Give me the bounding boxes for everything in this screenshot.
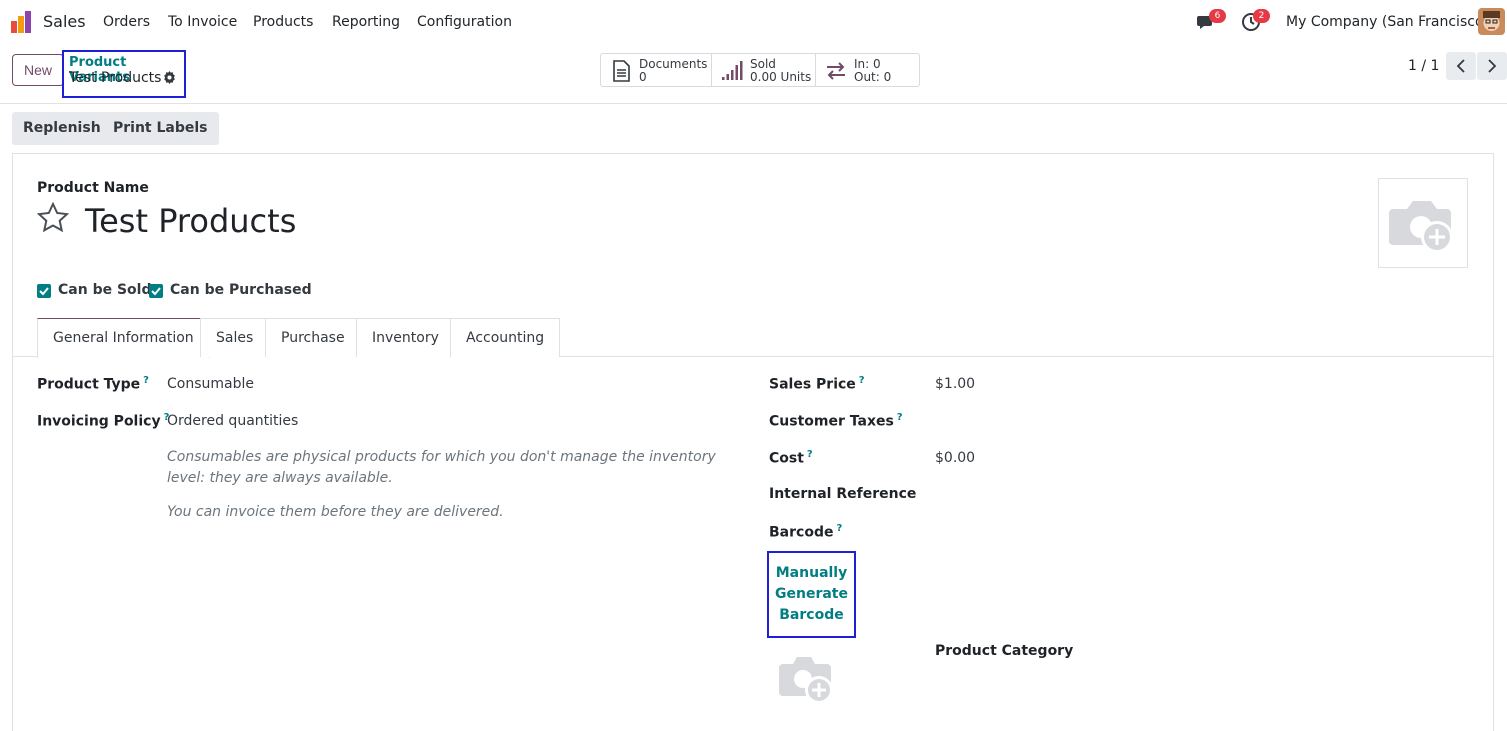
activities-badge: 2 [1253,9,1270,23]
breadcrumb-current: Test Products [69,70,162,86]
camera-plus-icon [1389,201,1453,253]
top-navbar: Sales Orders To Invoice Products Reporti… [0,0,1507,44]
menu-orders[interactable]: Orders [103,14,150,30]
generate-barcode-button[interactable]: Manually Generate Barcode [769,563,854,626]
invoice-help-text: You can invoice them before they are del… [167,504,504,520]
notebook-tabs: General Information Sales Purchase Inven… [13,318,1493,358]
tab-purchase[interactable]: Purchase [265,318,361,357]
print-labels-button[interactable]: Print Labels [102,112,219,145]
menu-reporting[interactable]: Reporting [332,14,400,30]
product-name-label: Product Name [37,180,149,196]
product-image-upload[interactable] [1378,178,1468,268]
pager-next-button[interactable] [1477,52,1507,80]
signal-bars-icon [722,61,743,80]
tab-inventory[interactable]: Inventory [356,318,455,357]
help-tooltip-icon[interactable]: ? [143,375,149,386]
sold-label: Sold [750,57,776,71]
chevron-left-icon [1456,59,1465,73]
control-panel: New Product Variants Test Products Docum… [0,44,1507,104]
app-name[interactable]: Sales [43,12,86,31]
invoicing-policy-label: Invoicing Policy? [37,412,170,430]
tab-general-information[interactable]: General Information [37,318,210,358]
document-icon [613,60,630,82]
exchange-arrows-icon [827,62,845,80]
product-category-label: Product Category [935,643,1074,659]
sold-value: 0.00 Units [750,70,812,84]
chevron-right-icon [1488,59,1497,73]
can-be-sold-checkbox[interactable] [37,284,51,298]
product-type-field[interactable]: Consumable [167,376,254,392]
can-be-sold-label[interactable]: Can be Sold [58,282,151,298]
product-type-label: Product Type? [37,375,149,393]
breadcrumb: Product Variants Test Products [62,50,186,98]
consumable-help-text: Consumables are physical products for wh… [167,449,716,486]
gear-icon[interactable] [163,71,176,84]
can-be-purchased-label[interactable]: Can be Purchased [170,282,312,298]
user-avatar[interactable] [1478,8,1505,35]
sales-app-icon[interactable] [10,11,34,33]
pager-value[interactable]: 1 / 1 [1408,58,1439,74]
company-switcher[interactable]: My Company (San Francisco) [1286,14,1489,30]
tab-sales[interactable]: Sales [200,318,270,357]
pager-previous-button[interactable] [1446,52,1476,80]
documents-value: 0 [639,70,647,84]
in-out-smart-button[interactable]: In: 0 Out: 0 [816,54,919,86]
checkmark-icon [39,287,49,296]
documents-label: Documents [639,57,708,71]
new-button[interactable]: New [12,54,64,86]
sales-price-label: Sales Price? [769,375,865,393]
menu-products[interactable]: Products [253,14,313,30]
checkmark-icon [151,287,161,296]
messages-badge: 6 [1209,9,1226,23]
help-tooltip-icon[interactable]: ? [807,449,813,460]
product-name-field[interactable]: Test Products [85,202,296,240]
smart-buttons: Documents 0 Sold 0.00 Units In: 0 Out: 0 [600,53,920,87]
avatar-face-icon [1478,8,1505,35]
menu-to-invoice[interactable]: To Invoice [168,14,237,30]
customer-taxes-label: Customer Taxes? [769,412,903,430]
help-tooltip-icon[interactable]: ? [836,523,842,534]
in-count: In: 0 [854,57,881,71]
invoicing-policy-field[interactable]: Ordered quantities [167,413,298,429]
can-be-purchased-checkbox[interactable] [149,284,163,298]
internal-reference-label: Internal Reference [769,486,917,502]
replenish-button[interactable]: Replenish [12,112,112,145]
cost-field[interactable]: $0.00 [935,450,975,466]
help-tooltip-icon[interactable]: ? [859,375,865,386]
camera-plus-icon[interactable] [777,654,837,706]
help-tooltip-icon[interactable]: ? [897,412,903,423]
star-icon[interactable] [37,202,69,234]
sales-price-field[interactable]: $1.00 [935,376,975,392]
barcode-label: Barcode? [769,523,843,541]
form-sheet: Product Name Test Products Can be Sold C… [12,153,1494,731]
menu-configuration[interactable]: Configuration [417,14,512,30]
generate-barcode-highlight: Manually Generate Barcode [767,551,856,638]
sold-smart-button[interactable]: Sold 0.00 Units [712,54,816,86]
cost-label: Cost? [769,449,813,467]
out-count: Out: 0 [854,70,892,84]
tab-accounting[interactable]: Accounting [450,318,561,357]
documents-smart-button[interactable]: Documents 0 [601,54,712,86]
